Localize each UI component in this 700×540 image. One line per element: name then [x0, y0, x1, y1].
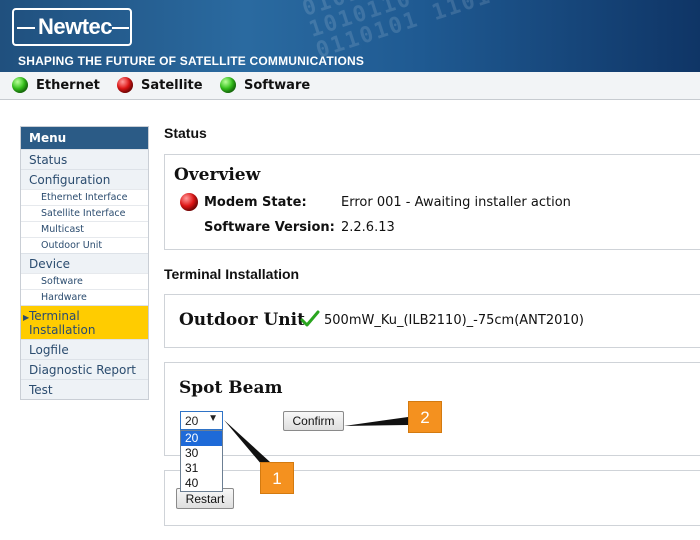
callout-pointers [224, 417, 408, 465]
callout-2: 2 [408, 401, 442, 433]
callout-1: 1 [260, 462, 294, 494]
callout-1-pointer [224, 420, 270, 465]
callout-2-pointer [344, 417, 408, 426]
